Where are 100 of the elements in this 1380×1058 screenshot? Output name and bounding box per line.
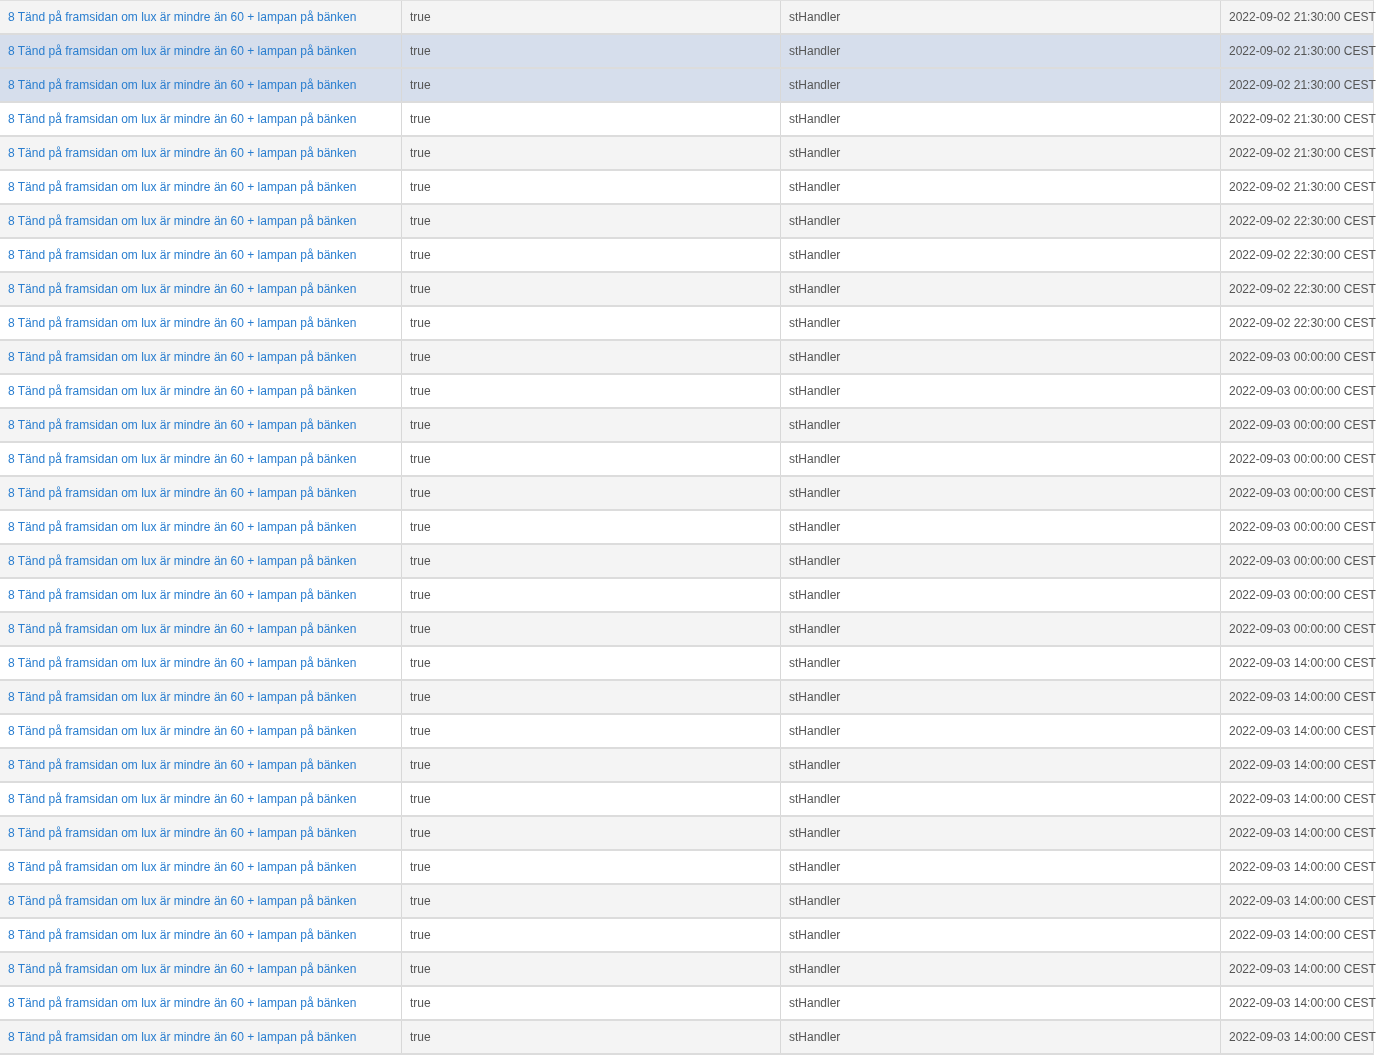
rule-link[interactable]: 8 Tänd på framsidan om lux är mindre än 60 + lampan på bänken [8,248,357,262]
table-cell: stHandler [789,758,841,772]
table-cell: true [410,928,431,942]
rule-link[interactable]: 8 Tänd på framsidan om lux är mindre än 60 + lampan på bänken [8,928,357,942]
table-cell: stHandler [789,588,841,602]
table-cell: true [410,452,431,466]
rule-link[interactable]: 8 Tänd på framsidan om lux är mindre än 60 + lampan på bänken [8,656,357,670]
table-cell: stHandler [789,452,841,466]
table-cell: stHandler [789,996,841,1010]
table-cell: stHandler [789,894,841,908]
rule-link[interactable]: 8 Tänd på framsidan om lux är mindre än 60 + lampan på bänken [8,316,357,330]
rule-link[interactable]: 8 Tänd på framsidan om lux är mindre än 60 + lampan på bänken [8,78,357,92]
table-cell: stHandler [789,520,841,534]
table-cell: true [410,282,431,296]
table-cell: 2022-09-03 14:00:00 CEST [1229,690,1376,704]
rule-link[interactable]: 8 Tänd på framsidan om lux är mindre än 60 + lampan på bänken [8,180,357,194]
table-cell: true [410,180,431,194]
table-cell: stHandler [789,962,841,976]
table-cell: true [410,724,431,738]
table-cell: stHandler [789,10,841,24]
table-cell: true [410,690,431,704]
table-cell: 2022-09-02 22:30:00 CEST [1229,214,1376,228]
table-cell: stHandler [789,316,841,330]
table-cell: 2022-09-02 22:30:00 CEST [1229,282,1376,296]
rule-link[interactable]: 8 Tänd på framsidan om lux är mindre än 60 + lampan på bänken [8,622,357,636]
rule-link[interactable]: 8 Tänd på framsidan om lux är mindre än 60 + lampan på bänken [8,690,357,704]
rule-link[interactable]: 8 Tänd på framsidan om lux är mindre än 60 + lampan på bänken [8,44,357,58]
table-cell: 2022-09-02 22:30:00 CEST [1229,316,1376,330]
rule-link[interactable]: 8 Tänd på framsidan om lux är mindre än 60 + lampan på bänken [8,588,357,602]
rule-link[interactable]: 8 Tänd på framsidan om lux är mindre än 60 + lampan på bänken [8,724,357,738]
table-cell: true [410,860,431,874]
rule-link[interactable]: 8 Tänd på framsidan om lux är mindre än 60 + lampan på bänken [8,214,357,228]
rule-link[interactable]: 8 Tänd på framsidan om lux är mindre än 60 + lampan på bänken [8,758,357,772]
rule-link[interactable]: 8 Tänd på framsidan om lux är mindre än 60 + lampan på bänken [8,860,357,874]
table-cell: 2022-09-03 14:00:00 CEST [1229,860,1376,874]
table-cell: 2022-09-03 00:00:00 CEST [1229,452,1376,466]
table-cell: 2022-09-03 00:00:00 CEST [1229,520,1376,534]
table-cell: 2022-09-03 00:00:00 CEST [1229,554,1376,568]
rule-link[interactable]: 8 Tänd på framsidan om lux är mindre än 60 + lampan på bänken [8,996,357,1010]
table-cell: true [410,758,431,772]
rule-link[interactable]: 8 Tänd på framsidan om lux är mindre än 60 + lampan på bänken [8,962,357,976]
table-cell: stHandler [789,656,841,670]
table-cell: 2022-09-02 21:30:00 CEST [1229,78,1376,92]
table-cell: stHandler [789,112,841,126]
table-cell: 2022-09-03 14:00:00 CEST [1229,656,1376,670]
rule-link[interactable]: 8 Tänd på framsidan om lux är mindre än 60 + lampan på bänken [8,520,357,534]
table-cell: 2022-09-03 14:00:00 CEST [1229,1030,1376,1044]
rule-link[interactable]: 8 Tänd på framsidan om lux är mindre än 60 + lampan på bänken [8,418,357,432]
rule-link[interactable]: 8 Tänd på framsidan om lux är mindre än 60 + lampan på bänken [8,384,357,398]
table-cell: 2022-09-03 14:00:00 CEST [1229,962,1376,976]
table-cell: stHandler [789,860,841,874]
table-cell: stHandler [789,554,841,568]
rule-link[interactable]: 8 Tänd på framsidan om lux är mindre än 60 + lampan på bänken [8,554,357,568]
table-cell: 2022-09-02 21:30:00 CEST [1229,44,1376,58]
table-cell: true [410,1030,431,1044]
rule-link[interactable]: 8 Tänd på framsidan om lux är mindre än 60 + lampan på bänken [8,826,357,840]
table-cell: stHandler [789,792,841,806]
table-cell: stHandler [789,622,841,636]
table-cell: true [410,520,431,534]
table-cell: stHandler [789,724,841,738]
table-cell: 2022-09-03 00:00:00 CEST [1229,622,1376,636]
table-cell: stHandler [789,180,841,194]
table-cell: true [410,316,431,330]
table-cell: true [410,248,431,262]
table-cell: 2022-09-02 22:30:00 CEST [1229,248,1376,262]
table-cell: stHandler [789,350,841,364]
table-cell: 2022-09-03 14:00:00 CEST [1229,996,1376,1010]
table-cell: true [410,78,431,92]
rule-link[interactable]: 8 Tänd på framsidan om lux är mindre än 60 + lampan på bänken [8,486,357,500]
table-cell: stHandler [789,486,841,500]
rule-link[interactable]: 8 Tänd på framsidan om lux är mindre än 60 + lampan på bänken [8,1030,357,1044]
rule-link[interactable]: 8 Tänd på framsidan om lux är mindre än 60 + lampan på bänken [8,112,357,126]
table-cell: stHandler [789,214,841,228]
table-cell: 2022-09-03 14:00:00 CEST [1229,826,1376,840]
table-cell: stHandler [789,248,841,262]
rule-link[interactable]: 8 Tänd på framsidan om lux är mindre än 60 + lampan på bänken [8,146,357,160]
table-cell: 2022-09-03 00:00:00 CEST [1229,418,1376,432]
table-cell: 2022-09-03 00:00:00 CEST [1229,350,1376,364]
table-cell: 2022-09-02 21:30:00 CEST [1229,146,1376,160]
table-cell: 2022-09-03 14:00:00 CEST [1229,928,1376,942]
table-cell: true [410,418,431,432]
table-cell: true [410,622,431,636]
table-cell: stHandler [789,282,841,296]
rule-link[interactable]: 8 Tänd på framsidan om lux är mindre än 60 + lampan på bänken [8,894,357,908]
table-cell: stHandler [789,146,841,160]
table-cell: 2022-09-02 21:30:00 CEST [1229,180,1376,194]
rule-link[interactable]: 8 Tänd på framsidan om lux är mindre än 60 + lampan på bänken [8,282,357,296]
table-cell: true [410,44,431,58]
table-cell: stHandler [789,384,841,398]
table-cell: stHandler [789,690,841,704]
table-cell: true [410,214,431,228]
rule-link[interactable]: 8 Tänd på framsidan om lux är mindre än 60 + lampan på bänken [8,10,357,24]
rule-link[interactable]: 8 Tänd på framsidan om lux är mindre än 60 + lampan på bänken [8,350,357,364]
table-cell: stHandler [789,418,841,432]
table-cell: true [410,588,431,602]
rule-link[interactable]: 8 Tänd på framsidan om lux är mindre än 60 + lampan på bänken [8,792,357,806]
rule-link[interactable]: 8 Tänd på framsidan om lux är mindre än 60 + lampan på bänken [8,452,357,466]
table-cell: true [410,826,431,840]
table-cell: 2022-09-03 14:00:00 CEST [1229,724,1376,738]
table-cell: true [410,146,431,160]
